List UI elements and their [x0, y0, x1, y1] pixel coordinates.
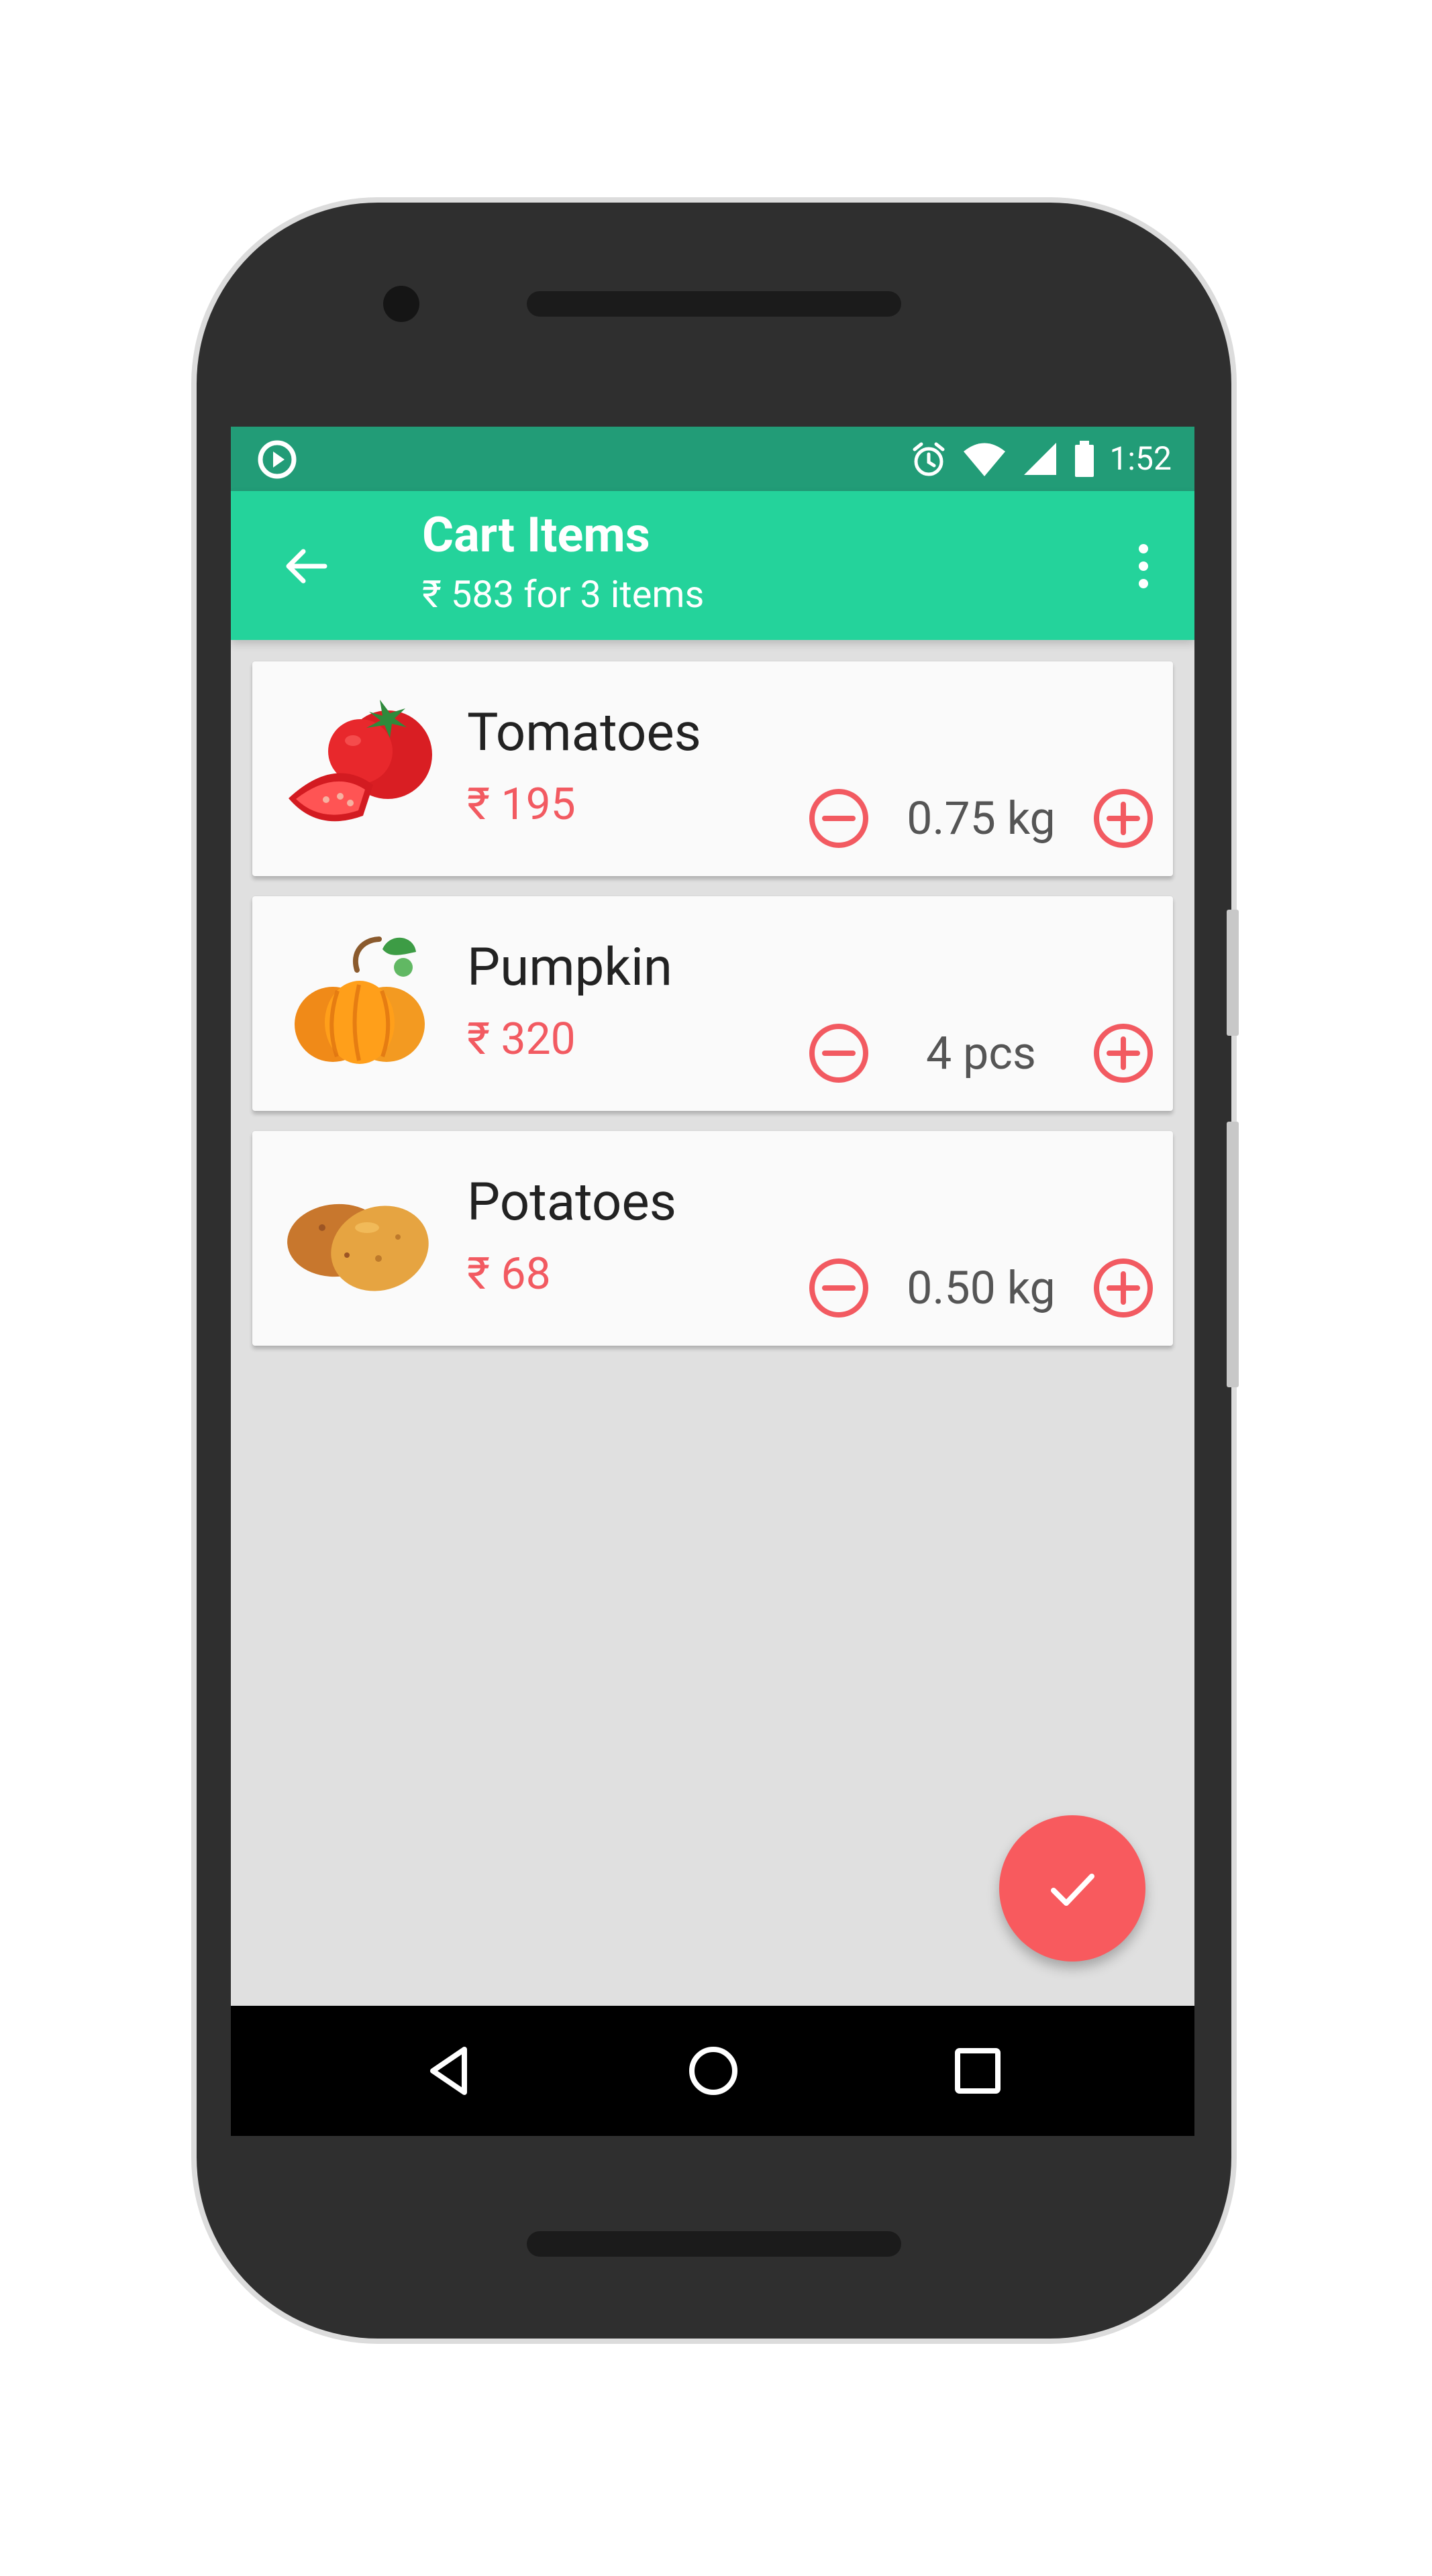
- quantity-stepper: 4 pcs: [807, 1018, 1156, 1088]
- quantity-value: 4 pcs: [926, 1026, 1036, 1080]
- item-name: Potatoes: [467, 1172, 676, 1233]
- item-price: ₹ 320: [467, 1014, 576, 1065]
- potato-icon: [287, 1203, 429, 1291]
- play-icon: [258, 440, 297, 479]
- check-icon: [1051, 1874, 1094, 1906]
- more-vertical-icon[interactable]: [1134, 542, 1153, 590]
- arrow-left-icon[interactable]: [279, 539, 333, 593]
- cart-item-card: Potatoes ₹ 68 0.50 kg: [252, 1131, 1173, 1346]
- status-indicators: 1:52: [909, 439, 1172, 479]
- tomato-icon: [289, 700, 432, 822]
- signal-icon: [1024, 443, 1057, 475]
- top-speaker: [527, 291, 901, 317]
- quantity-stepper: 0.75 kg: [807, 784, 1156, 853]
- minus-circle-icon[interactable]: [807, 786, 871, 851]
- status-time: 1:52: [1109, 439, 1172, 478]
- back-triangle-icon[interactable]: [412, 2034, 486, 2108]
- navigation-bar: [231, 2006, 1194, 2136]
- item-price: ₹ 68: [467, 1248, 551, 1300]
- item-name: Tomatoes: [467, 702, 701, 763]
- status-bar: 1:52: [231, 427, 1194, 491]
- volume-button: [1227, 1122, 1239, 1387]
- cart-items-list: Tomatoes ₹ 195 0.75 kg Pumpkin ₹ 320 4 p…: [252, 661, 1173, 1366]
- checkout-button[interactable]: [999, 1815, 1145, 1962]
- quantity-value: 0.75 kg: [907, 792, 1056, 845]
- quantity-stepper: 0.50 kg: [807, 1253, 1156, 1323]
- wifi-icon: [964, 443, 1006, 476]
- app-bar: Cart Items ₹ 583 for 3 items: [231, 491, 1194, 640]
- home-circle-icon[interactable]: [676, 2034, 750, 2108]
- front-camera: [383, 286, 419, 322]
- plus-circle-icon[interactable]: [1091, 1021, 1156, 1085]
- phone-screen: 1:52 Cart Items ₹ 583 for 3 items Tomato…: [231, 427, 1194, 2136]
- power-button: [1227, 910, 1239, 1036]
- plus-circle-icon[interactable]: [1091, 1256, 1156, 1320]
- minus-circle-icon[interactable]: [807, 1021, 871, 1085]
- quantity-value: 0.50 kg: [907, 1261, 1056, 1315]
- pumpkin-icon: [295, 936, 425, 1064]
- bottom-speaker: [527, 2231, 901, 2257]
- minus-circle-icon[interactable]: [807, 1256, 871, 1320]
- cart-item-card: Pumpkin ₹ 320 4 pcs: [252, 896, 1173, 1111]
- cart-item-card: Tomatoes ₹ 195 0.75 kg: [252, 661, 1173, 876]
- plus-circle-icon[interactable]: [1091, 786, 1156, 851]
- page-title: Cart Items: [422, 506, 650, 564]
- recents-square-icon[interactable]: [941, 2034, 1015, 2108]
- item-price: ₹ 195: [467, 779, 576, 830]
- battery-icon: [1075, 441, 1094, 477]
- item-name: Pumpkin: [467, 937, 672, 998]
- alarm-icon: [913, 442, 945, 476]
- cart-summary: ₹ 583 for 3 items: [422, 572, 705, 616]
